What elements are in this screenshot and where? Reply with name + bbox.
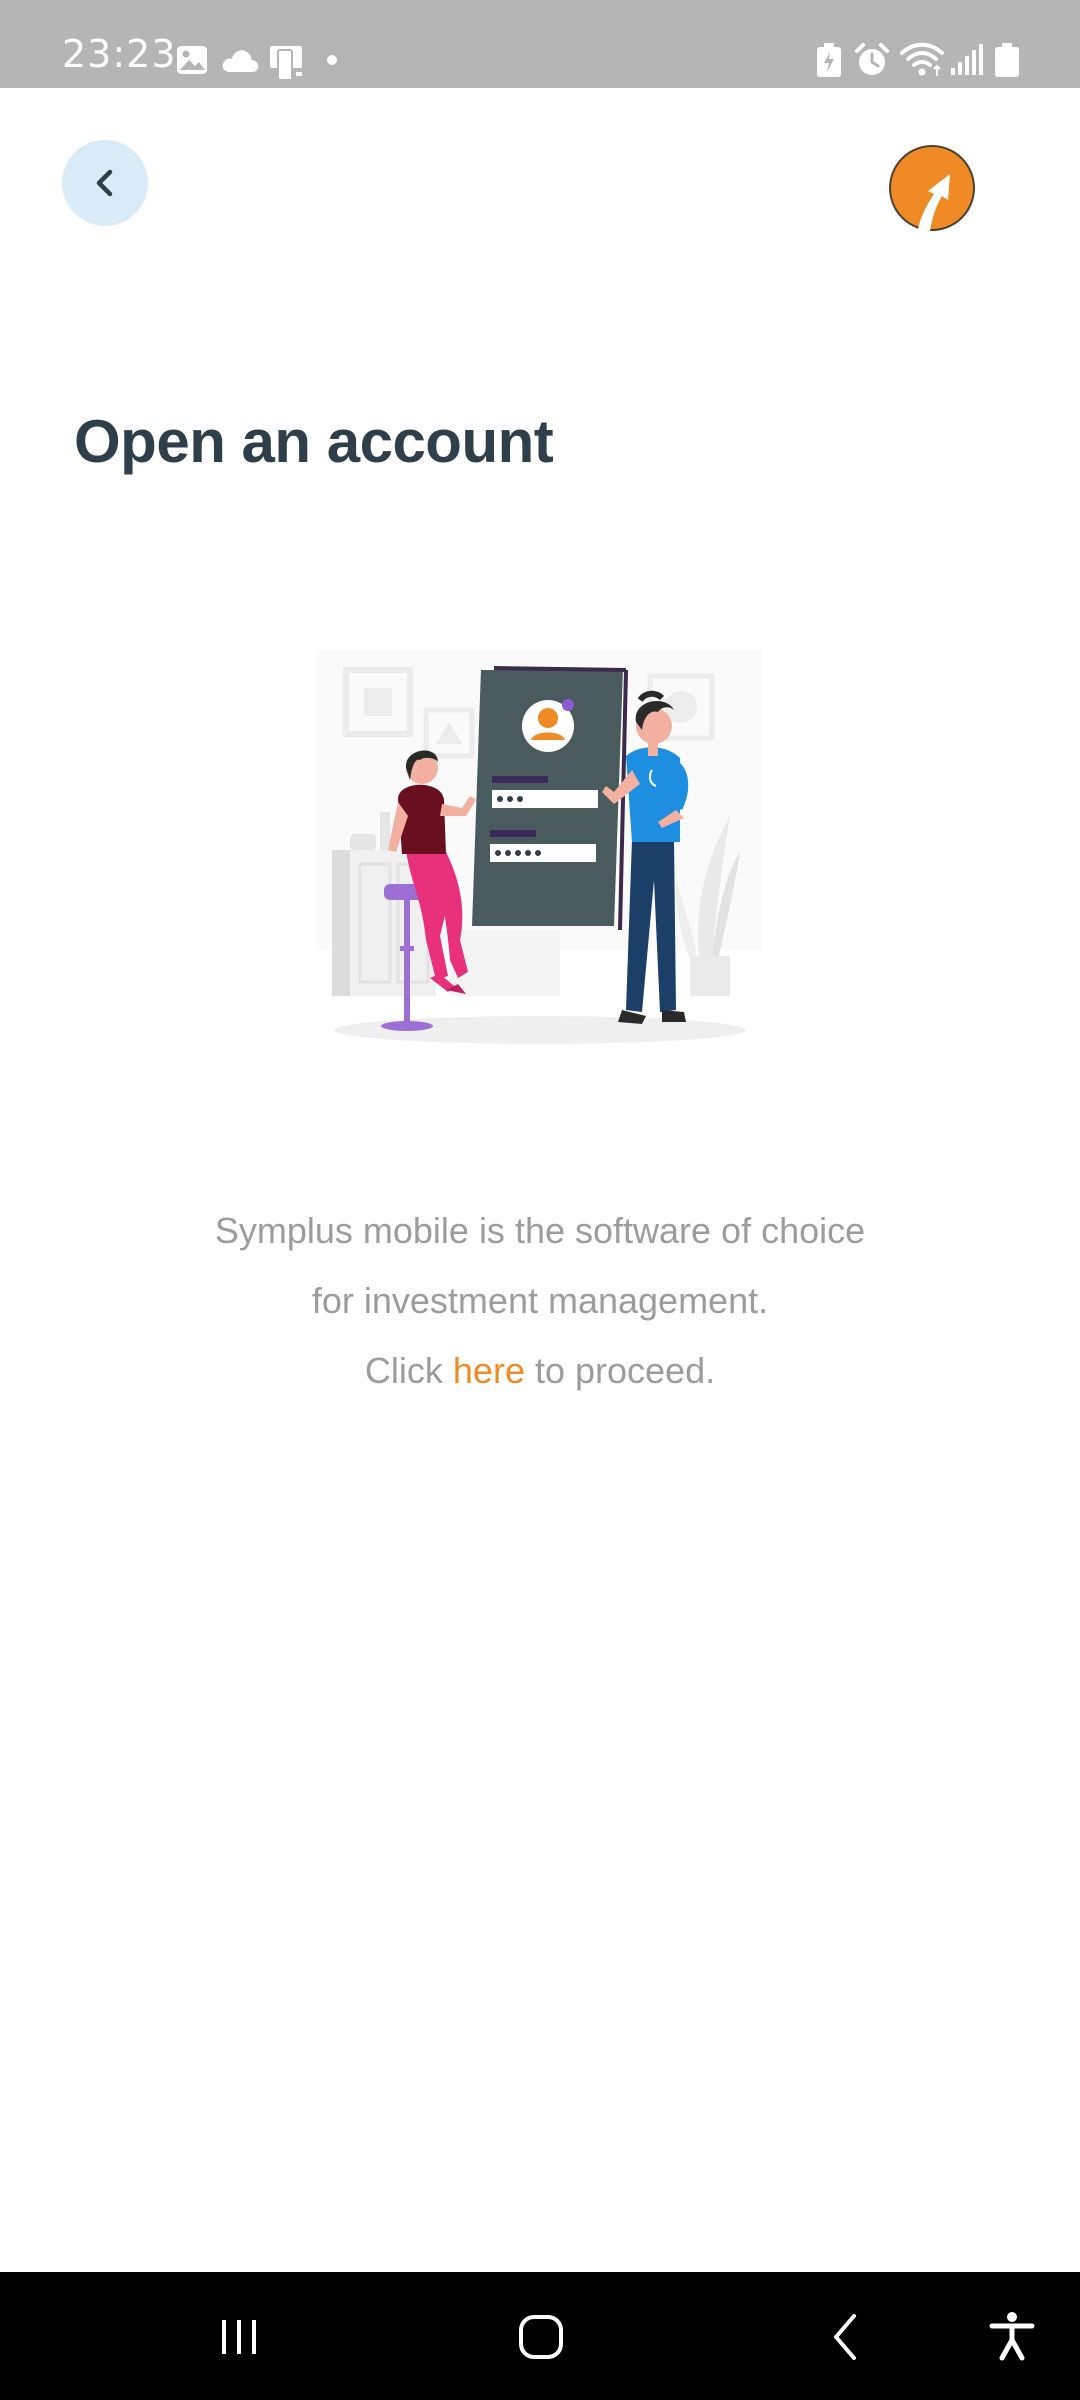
accessibility-icon[interactable] — [984, 2308, 1040, 2364]
chevron-left-icon — [96, 169, 113, 197]
description-line-2: for investment management. — [311, 1280, 769, 1321]
dot-icon — [327, 55, 337, 65]
page-title: Open an account — [74, 408, 554, 475]
description: Symplus mobile is the software of choice… — [80, 1196, 1000, 1406]
click-prefix: Click — [364, 1350, 453, 1391]
battery-saver-icon — [817, 43, 841, 77]
status-time: 23:23 — [62, 32, 177, 76]
cloud-icon — [222, 50, 259, 72]
recent-apps-icon[interactable] — [214, 2312, 264, 2362]
home-icon[interactable] — [514, 2310, 568, 2364]
account-signup-illustration — [316, 650, 762, 1044]
arrow-logo-icon — [889, 145, 975, 231]
status-bar: 23:23 — [0, 0, 1080, 88]
proceed-suffix: to proceed. — [524, 1350, 716, 1391]
proceed-link[interactable]: here — [453, 1350, 525, 1391]
wifi-icon — [900, 42, 944, 76]
battery-icon — [995, 43, 1019, 77]
back-button[interactable] — [62, 140, 148, 226]
description-line-3: Click here to proceed. — [80, 1336, 1000, 1406]
signal-icon — [951, 44, 983, 75]
description-line-1: Symplus mobile is the software of choice — [214, 1210, 866, 1251]
app-screen: 23:23 Open an account Symplus mobile is … — [0, 0, 1080, 2400]
back-icon[interactable] — [818, 2310, 872, 2364]
navigation-bar — [0, 2272, 1080, 2400]
image-icon — [177, 46, 207, 74]
device-icon — [270, 46, 302, 81]
alarm-icon — [855, 43, 889, 75]
